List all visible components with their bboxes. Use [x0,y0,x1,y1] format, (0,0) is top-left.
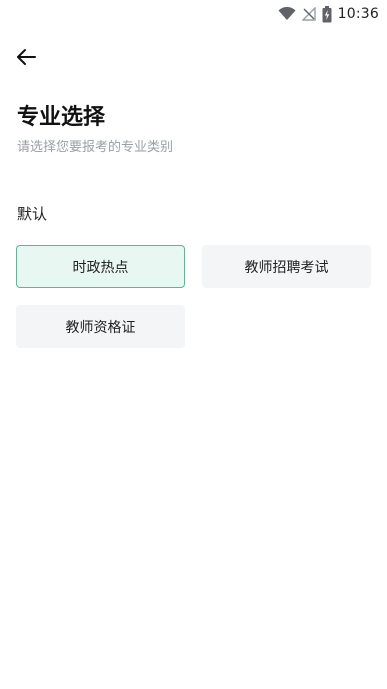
wifi-icon [278,7,296,21]
option-teacher-recruitment[interactable]: 教师招聘考试 [202,245,371,288]
signal-off-icon [301,7,316,21]
option-label: 教师招聘考试 [244,259,329,276]
arrow-left-icon [14,49,40,74]
page-subtitle: 请选择您要报考的专业类别 [17,140,174,155]
page-title: 专业选择 [17,105,106,130]
status-time: 10:36 [337,6,379,22]
option-label: 教师资格证 [65,319,136,336]
section-label: 默认 [17,205,48,223]
option-teacher-certificate[interactable]: 教师资格证 [16,305,185,348]
back-button[interactable] [14,44,40,70]
status-bar: 10:36 [0,0,387,28]
battery-charging-icon [322,5,332,23]
option-current-affairs[interactable]: 时政热点 [16,245,185,288]
option-label: 时政热点 [72,259,129,276]
